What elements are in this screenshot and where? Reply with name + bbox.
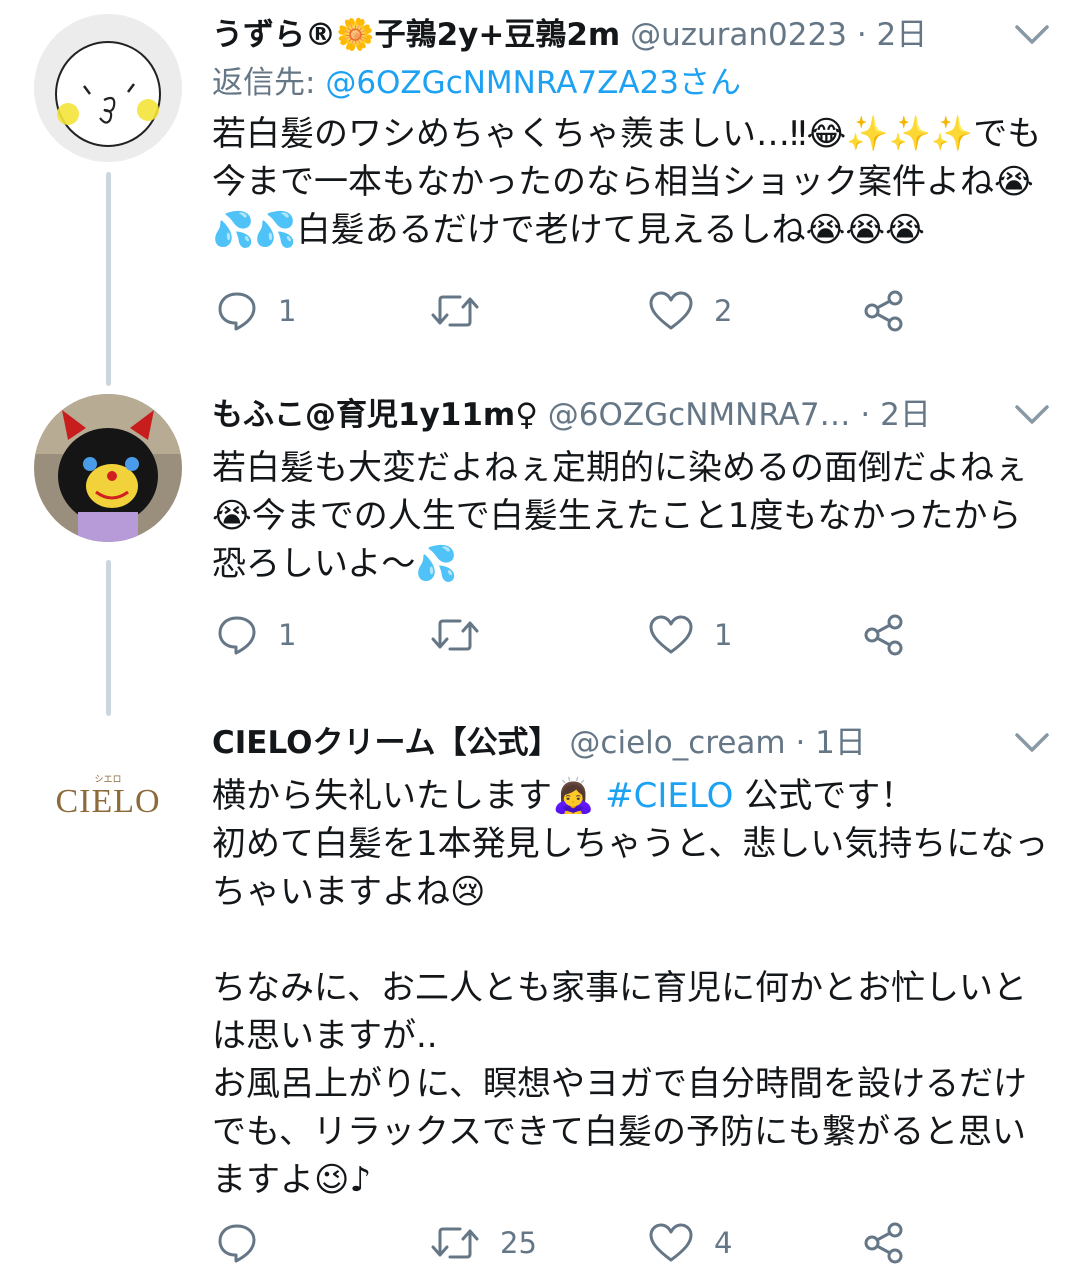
user-handle[interactable]: @6OZGcNMNRA7… (548, 397, 851, 433)
tweet-text-rest: 初めて白髪を1本発見しちゃうと、悲しい気持ちになっちゃいますよね😢 ちなみに、お… (212, 824, 1049, 1200)
retweet-icon (431, 1227, 479, 1259)
black-cat-plush-icon (34, 394, 182, 542)
tweet-text: 若白髪のワシめちゃくちゃ羨ましい…‼😂✨✨✨でも今まで一本もなかったのなら相当シ… (212, 114, 1042, 250)
reply-icon (218, 292, 256, 331)
hashtag-link[interactable]: #CIELO (605, 776, 733, 816)
share-icon (864, 1222, 903, 1264)
tweet-header: CIELOクリーム【公式】 @cielo_cream · 1日 (212, 718, 1050, 768)
heart-icon (649, 1223, 693, 1262)
reply-count: 1 (278, 618, 297, 652)
tweet-text-intro-end: 公式です！ (733, 776, 915, 816)
action-bar: 1 1 (212, 610, 912, 660)
avatar[interactable] (34, 394, 182, 542)
retweet-button[interactable] (430, 286, 500, 336)
display-name[interactable]: もふこ@育児1y11m♀ (212, 397, 538, 433)
reply-button[interactable]: 1 (216, 286, 296, 336)
reply-icon (218, 616, 256, 655)
bird-face-icon (34, 14, 182, 162)
action-bar: 1 2 (212, 286, 912, 336)
like-count: 4 (714, 1226, 733, 1260)
tweet[interactable]: シエロ CIELO CIELOクリーム【公式】 @cielo_cream · 1… (0, 716, 1080, 1276)
cielo-logo: シエロ CIELO (34, 722, 182, 870)
timestamp[interactable]: 2日 (877, 17, 928, 53)
like-count: 1 (714, 618, 733, 652)
reply-to-mention[interactable]: @6OZGcNMNRA7ZA23さん (325, 65, 741, 101)
like-count: 2 (714, 294, 733, 328)
cielo-logo-text: CIELO (55, 783, 160, 820)
user-handle[interactable]: @uzuran0223 (630, 17, 847, 53)
chevron-down-icon[interactable] (1014, 404, 1050, 426)
avatar[interactable] (34, 14, 182, 162)
reply-to-line: 返信先: @6OZGcNMNRA7ZA23さん (212, 60, 1050, 106)
share-button[interactable] (862, 286, 906, 336)
reply-count: 1 (278, 294, 297, 328)
tweet-text: 若白髪も大変だよねぇ定期的に染めるの面倒だよねぇ😭今までの人生で白髪生えたこと1… (212, 448, 1028, 584)
chevron-down-icon[interactable] (1014, 24, 1050, 46)
separator-dot: · (860, 397, 871, 433)
reply-button[interactable]: 1 (216, 610, 296, 660)
share-button[interactable] (862, 610, 906, 660)
tweet[interactable]: もふこ@育児1y11m♀ @6OZGcNMNRA7… · 2日 若白髪も大変だよ… (0, 390, 1080, 690)
heart-icon (649, 291, 693, 330)
timestamp[interactable]: 2日 (880, 397, 931, 433)
reply-icon (218, 1224, 256, 1263)
tweet-content: うずら®🌼子鶉2y+豆鶉2m @uzuran0223 · 2日 返信先: @6O… (212, 10, 1050, 254)
tweet-thread: うずら®🌼子鶉2y+豆鶉2m @uzuran0223 · 2日 返信先: @6O… (0, 0, 1080, 1276)
retweet-button[interactable] (430, 610, 500, 660)
tweet-text-intro: 横から失礼いたします🙇‍♀️ (212, 776, 606, 816)
chevron-down-icon[interactable] (1014, 732, 1050, 754)
like-button[interactable]: 2 (648, 286, 732, 336)
display-name[interactable]: CIELOクリーム【公式】 (212, 725, 560, 761)
retweet-icon (431, 295, 479, 327)
share-icon (864, 614, 903, 656)
tweet-header: うずら®🌼子鶉2y+豆鶉2m @uzuran0223 · 2日 (212, 10, 1050, 60)
display-name[interactable]: うずら®🌼子鶉2y+豆鶉2m (212, 17, 620, 53)
tweet-content: もふこ@育児1y11m♀ @6OZGcNMNRA7… · 2日 若白髪も大変だよ… (212, 390, 1050, 588)
user-handle[interactable]: @cielo_cream (569, 725, 785, 761)
like-button[interactable]: 1 (648, 610, 732, 660)
reply-to-label: 返信先: (212, 65, 326, 101)
reply-button[interactable] (216, 1218, 278, 1268)
action-bar: 25 4 (212, 1218, 912, 1268)
tweet[interactable]: うずら®🌼子鶉2y+豆鶉2m @uzuran0223 · 2日 返信先: @6O… (0, 0, 1080, 360)
separator-dot: · (795, 725, 806, 761)
retweet-button[interactable]: 25 (430, 1218, 537, 1268)
share-button[interactable] (862, 1218, 906, 1268)
retweet-count: 25 (500, 1226, 537, 1260)
timestamp[interactable]: 1日 (815, 725, 866, 761)
heart-icon (649, 615, 693, 654)
retweet-icon (431, 619, 479, 651)
like-button[interactable]: 4 (648, 1218, 732, 1268)
tweet-text: 横から失礼いたします🙇‍♀️ #CIELO 公式です！ 初めて白髪を1本発見しち… (212, 772, 1050, 1204)
separator-dot: · (856, 17, 867, 53)
tweet-header: もふこ@育児1y11m♀ @6OZGcNMNRA7… · 2日 (212, 390, 1050, 440)
tweet-content: CIELOクリーム【公式】 @cielo_cream · 1日 横から失礼いたし… (212, 718, 1050, 1204)
avatar[interactable]: シエロ CIELO (34, 722, 182, 870)
share-icon (864, 290, 903, 332)
